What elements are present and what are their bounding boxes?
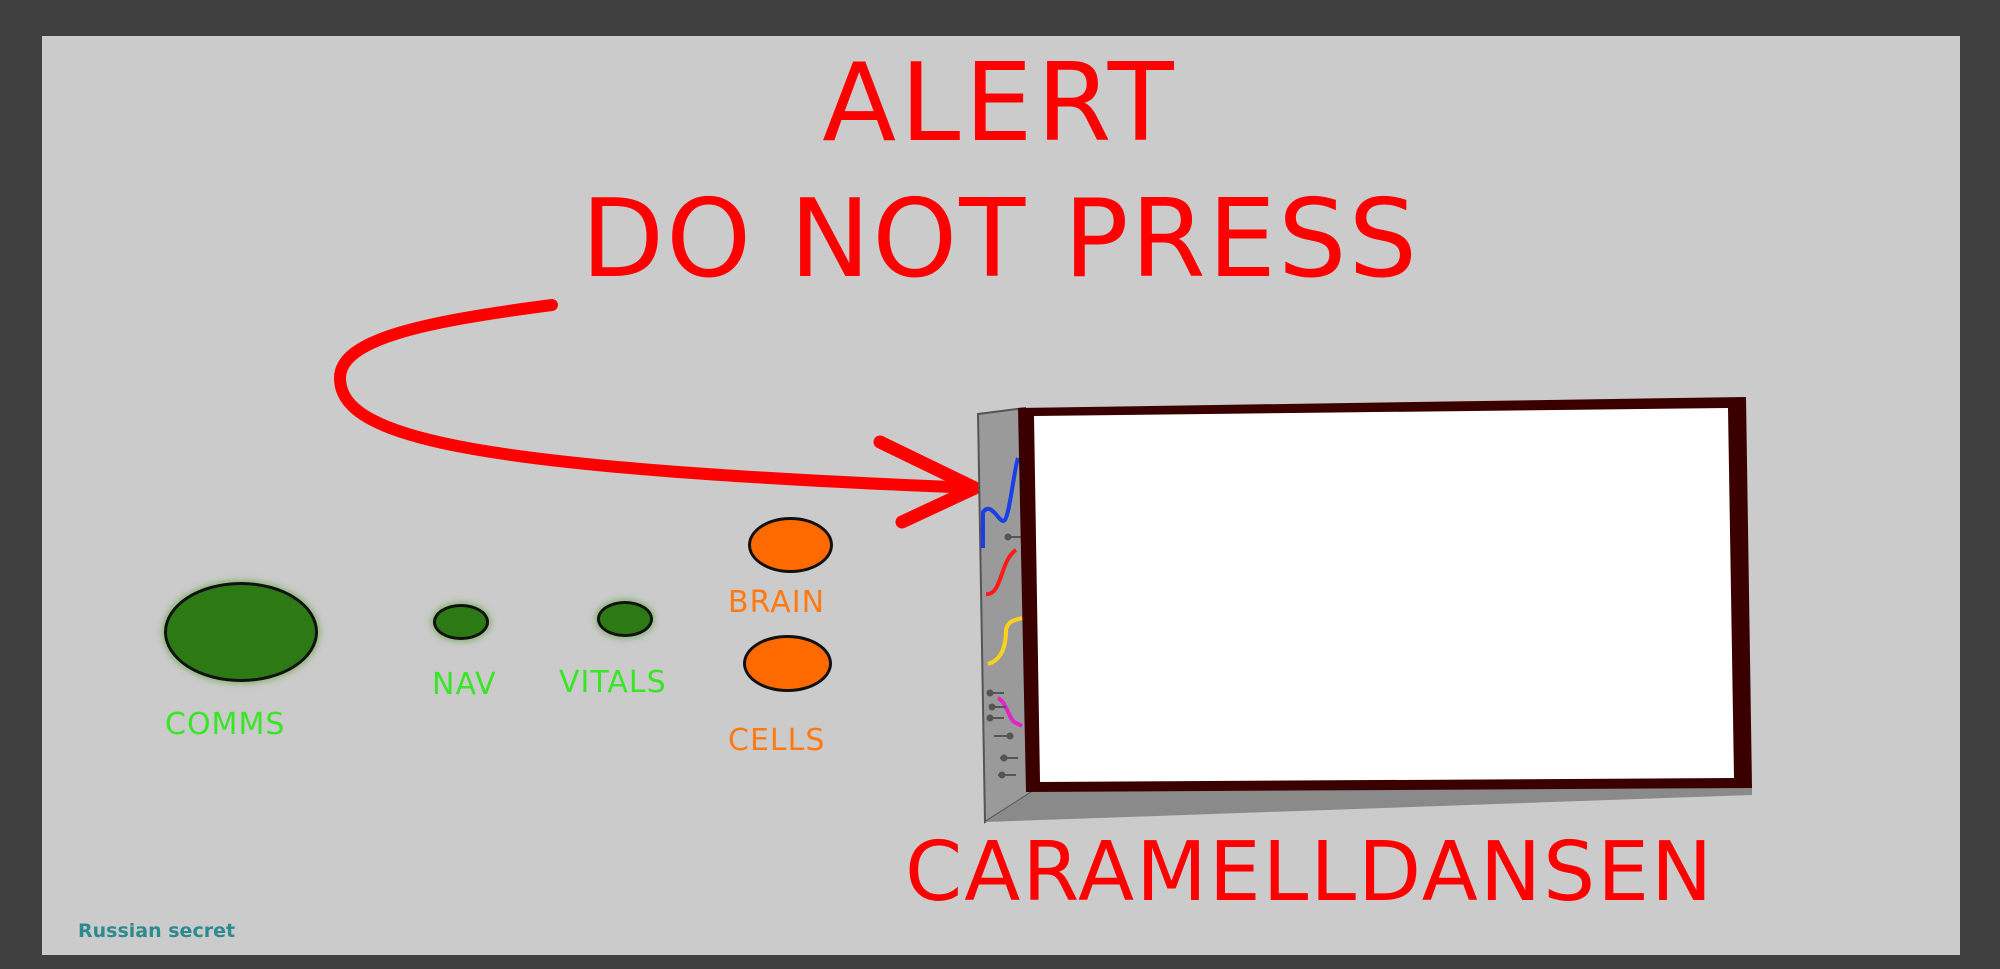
comms-button[interactable] bbox=[164, 582, 318, 682]
monitor-bottom-shadow bbox=[985, 787, 1752, 822]
cells-label: CELLS bbox=[728, 723, 826, 758]
caramelldansen-caption: CARAMELLDANSEN bbox=[905, 825, 1715, 920]
nav-label: NAV bbox=[432, 667, 497, 702]
alert-warning: DO NOT PRESS bbox=[580, 177, 1420, 302]
cells-button[interactable] bbox=[743, 635, 832, 692]
vitals-button[interactable] bbox=[597, 601, 653, 637]
footer-text: Russian secret bbox=[78, 920, 236, 942]
vitals-label: VITALS bbox=[559, 665, 667, 700]
alert-heading: ALERT bbox=[822, 41, 1178, 166]
curved-arrow bbox=[333, 299, 981, 494]
monitor-screen bbox=[1034, 408, 1734, 782]
brain-label: BRAIN bbox=[728, 585, 826, 620]
comms-label: COMMS bbox=[165, 707, 286, 742]
nav-button[interactable] bbox=[433, 604, 489, 640]
brain-button[interactable] bbox=[748, 517, 833, 573]
